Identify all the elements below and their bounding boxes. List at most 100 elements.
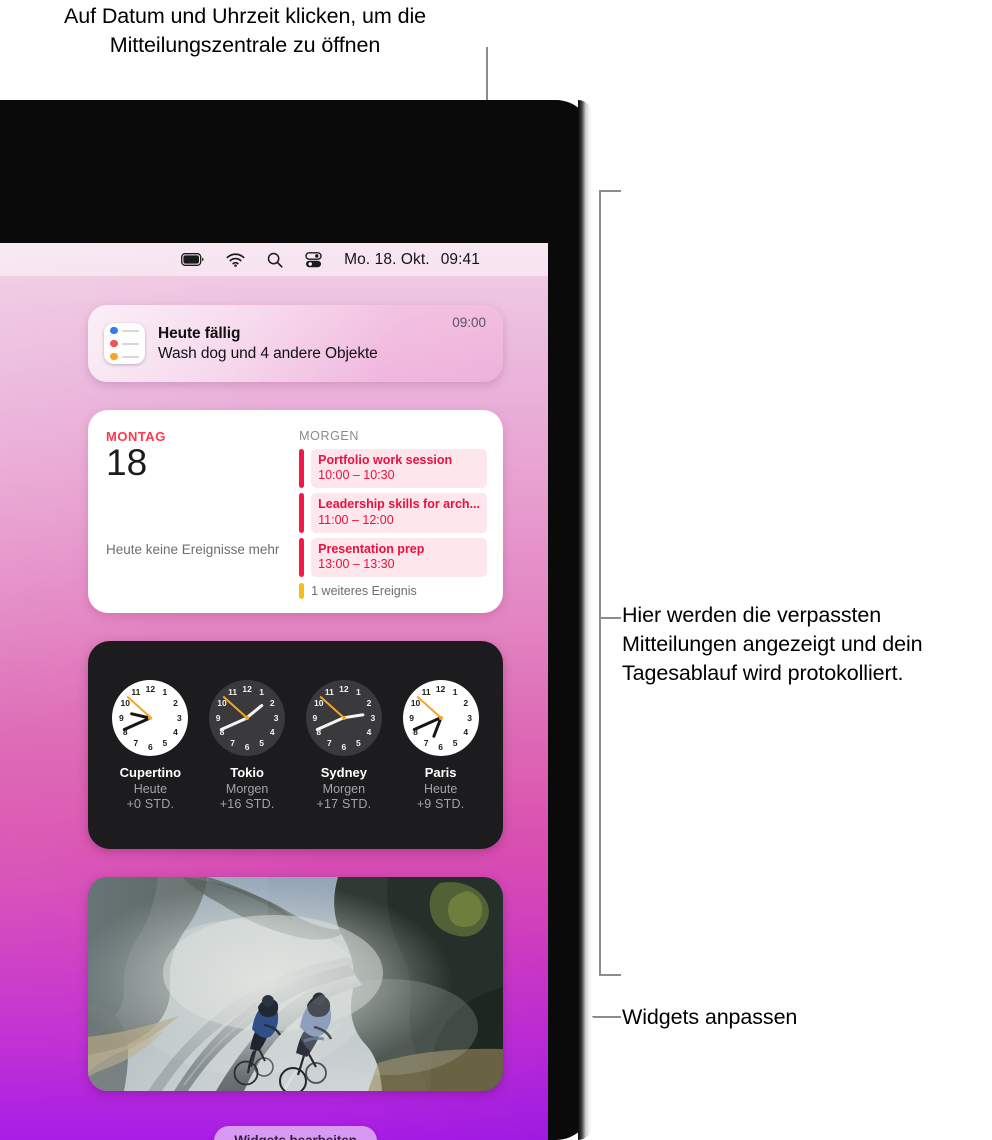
- clock-numeral: 9: [215, 712, 221, 723]
- clock-numeral: 11: [324, 687, 334, 698]
- control-center-icon[interactable]: [305, 251, 322, 268]
- clock-hour-hand: [343, 712, 365, 720]
- clock-numeral: 1: [259, 687, 264, 698]
- clock-numeral: 6: [341, 741, 347, 752]
- clock-numeral: 7: [133, 737, 139, 748]
- calendar-event-title: Leadership skills for arch...: [318, 497, 480, 512]
- clock-numeral: 11: [421, 687, 431, 698]
- clock-city-label: Cupertino: [119, 764, 182, 780]
- clock-numeral: 5: [162, 737, 168, 748]
- clock-numeral: 7: [230, 737, 235, 748]
- calendar-more-color-bar: [299, 583, 305, 600]
- clock-numeral: 7: [423, 737, 429, 748]
- calendar-event[interactable]: Presentation prep 13:00 – 13:30: [299, 537, 487, 578]
- clock-numeral: 9: [409, 712, 414, 723]
- clock-numeral: 5: [356, 737, 361, 748]
- photos-widget[interactable]: [88, 877, 503, 1091]
- clock-numeral: 4: [366, 727, 372, 737]
- laptop-bezel: Mo. 18. Okt. 09:41 Heute fällig Wash dog…: [0, 100, 592, 1140]
- world-clock-cell: 12 1 2 3 4 5 6 7 8 9 10 11 Cupertino Heute +0 STD.: [102, 679, 198, 811]
- calendar-widget[interactable]: MONTAG 18 Heute keine Ereignisse mehr MO…: [88, 410, 503, 613]
- clock-numeral: 12: [145, 683, 156, 694]
- clock-numeral: 9: [119, 712, 124, 723]
- clock-numeral: 3: [370, 712, 376, 723]
- calendar-events-column: MORGEN Portfolio work session 10:00 – 10…: [299, 429, 487, 600]
- clock-numeral: 6: [244, 741, 250, 752]
- menu-bar: Mo. 18. Okt. 09:41: [0, 243, 548, 276]
- clock-min-hand: [219, 716, 248, 731]
- clock-center-pin: [341, 715, 346, 720]
- clock-face: 12 1 2 3 4 5 6 7 8 9 10 11: [402, 679, 479, 756]
- calendar-event-title: Presentation prep: [318, 541, 425, 556]
- calendar-event-color-bar: [299, 537, 305, 578]
- clock-offset-label: +16 STD.: [219, 796, 275, 811]
- clock-numeral: 2: [463, 698, 469, 708]
- calendar-event-time: 11:00 – 12:00: [318, 512, 394, 527]
- clock-numeral: 2: [173, 698, 178, 708]
- annotation-top: Auf Datum und Uhrzeit klicken, um die Mi…: [64, 4, 426, 57]
- clock-offset-label: +9 STD.: [416, 796, 465, 811]
- clock-numeral: 4: [269, 727, 275, 737]
- calendar-day-number: 18: [106, 442, 148, 483]
- desktop-screen: Mo. 18. Okt. 09:41 Heute fällig Wash dog…: [0, 243, 548, 1140]
- clock-numeral: 4: [463, 727, 469, 737]
- calendar-event-body: Portfolio work session 10:00 – 10:30: [311, 449, 487, 489]
- calendar-event[interactable]: Leadership skills for arch... 11:00 – 12…: [299, 493, 487, 533]
- wifi-icon[interactable]: [226, 252, 245, 267]
- clock-numeral: 1: [356, 687, 361, 698]
- clock-numeral: 6: [438, 741, 443, 752]
- calendar-section-label: MORGEN: [299, 429, 359, 443]
- clock-city-label: Tokio: [230, 764, 264, 780]
- clock-numeral: 12: [339, 683, 349, 694]
- leader-line-bottom: [593, 1016, 621, 1018]
- calendar-event-body: Leadership skills for arch... 11:00 – 12…: [311, 493, 487, 533]
- clock-numeral: 1: [452, 687, 458, 698]
- clock-center-pin: [148, 715, 153, 720]
- calendar-event[interactable]: Portfolio work session 10:00 – 10:30: [299, 449, 487, 489]
- clock-day-label: Morgen: [225, 781, 269, 796]
- world-clock-cell: 12 1 2 3 4 5 6 7 8 9 10 11 Paris Heute +9 STD.: [393, 679, 489, 811]
- clock-min-hand: [315, 716, 345, 731]
- clock-face: 12 1 2 3 4 5 6 7 8 9 10 11: [112, 679, 189, 756]
- bracket-callout-tick: [599, 617, 621, 619]
- clock-center-pin: [438, 715, 443, 720]
- clock-numeral: 9: [312, 712, 318, 723]
- world-clock-cell: 12 1 2 3 4 5 6 7 8 9 10 11 Tokio Morgen +16 STD.: [199, 679, 295, 811]
- clock-numeral: 11: [228, 687, 238, 698]
- calendar-more-label: 1 weiteres Ereignis: [311, 584, 417, 599]
- calendar-event-time: 10:00 – 10:30: [318, 468, 395, 483]
- edit-widgets-button[interactable]: Widgets bearbeiten: [214, 1126, 377, 1140]
- edit-widgets-row: Widgets bearbeiten: [88, 1126, 503, 1140]
- calendar-no-more-events: Heute keine Ereignisse mehr: [106, 542, 280, 557]
- clock-numeral: 2: [366, 698, 372, 708]
- clock-numeral: 3: [467, 712, 472, 723]
- clock-min-hand: [122, 716, 151, 731]
- notification-body: Wash dog und 4 andere Objekte: [158, 344, 378, 362]
- calendar-left-column: MONTAG 18 Heute keine Ereignisse mehr: [106, 429, 299, 599]
- calendar-event-body: Presentation prep 13:00 – 13:30: [311, 537, 487, 578]
- calendar-event-color-bar: [299, 449, 305, 489]
- bracket-bottom-tick: [599, 974, 621, 976]
- clock-numeral: 11: [131, 687, 141, 698]
- calendar-event-color-bar: [299, 493, 305, 533]
- clock-numeral: 12: [435, 683, 446, 694]
- clock-numeral: 3: [177, 712, 182, 723]
- notification-title: Heute fällig: [158, 324, 241, 342]
- menu-bar-clock[interactable]: Mo. 18. Okt. 09:41: [344, 251, 480, 269]
- calendar-event-time: 13:00 – 13:30: [318, 557, 395, 572]
- clock-center-pin: [245, 715, 250, 720]
- clock-city-label: Sydney: [320, 764, 367, 780]
- clock-numeral: 1: [162, 687, 168, 698]
- menu-bar-date: Mo. 18. Okt.: [344, 250, 430, 268]
- bracket-vertical: [599, 190, 601, 976]
- notification-banner-reminders[interactable]: Heute fällig Wash dog und 4 andere Objek…: [88, 305, 503, 382]
- notification-center-column: Heute fällig Wash dog und 4 andere Objek…: [88, 305, 503, 1140]
- search-icon[interactable]: [267, 252, 283, 268]
- battery-icon[interactable]: [181, 253, 204, 266]
- clock-city-label: Paris: [424, 764, 457, 780]
- calendar-more-events[interactable]: 1 weiteres Ereignis: [299, 583, 487, 600]
- world-clock-widget[interactable]: 12 1 2 3 4 5 6 7 8 9 10 11 Cupertino Heute +0 STD. 12 1 2…: [88, 641, 503, 849]
- clock-numeral: 12: [242, 683, 252, 694]
- clock-day-label: Heute: [423, 781, 458, 796]
- world-clock-cell: 12 1 2 3 4 5 6 7 8 9 10 11 Sydney Morgen +17 STD.: [296, 679, 392, 811]
